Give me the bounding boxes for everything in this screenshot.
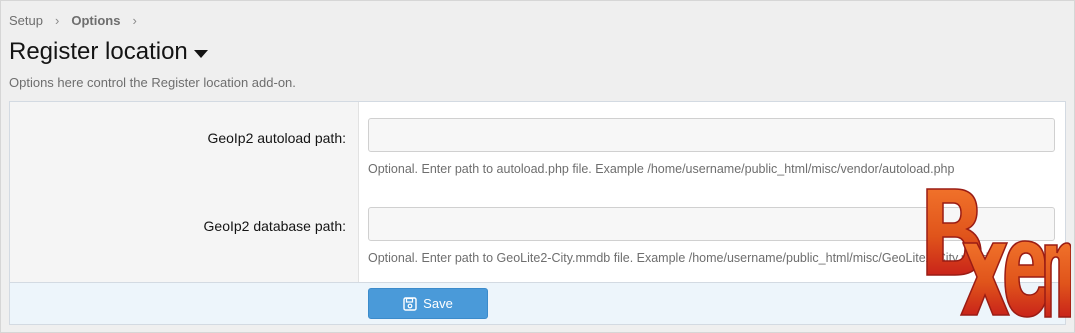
save-button-label: Save [423,296,453,311]
options-page: Setup › Options › Register location Opti… [0,0,1075,333]
caret-down-icon[interactable] [193,50,208,58]
geoip2-autoload-path-input[interactable] [368,118,1055,152]
geoip2-autoload-path-hint: Optional. Enter path to autoload.php fil… [368,162,955,176]
options-form: GeoIp2 autoload path: Optional. Enter pa… [9,101,1066,325]
geoip2-autoload-path-label: GeoIp2 autoload path: [207,130,346,146]
breadcrumb-setup-link[interactable]: Setup [9,13,43,28]
geoip2-database-path-label: GeoIp2 database path: [203,218,346,234]
geoip2-database-path-hint: Optional. Enter path to GeoLite2-City.mm… [368,251,996,265]
breadcrumb: Setup › Options › [9,13,149,28]
form-submit-row: Save [10,282,1065,324]
label-column [10,102,359,282]
page-title: Register location [9,38,188,65]
page-title-menu-toggle[interactable]: Register location [9,37,208,67]
save-icon [403,296,417,311]
save-button[interactable]: Save [368,288,488,319]
geoip2-database-path-input[interactable] [368,207,1055,241]
chevron-right-icon: › [54,13,60,28]
chevron-right-icon: › [132,13,137,28]
breadcrumb-options-link[interactable]: Options [71,13,120,28]
page-description: Options here control the Register locati… [9,75,296,90]
